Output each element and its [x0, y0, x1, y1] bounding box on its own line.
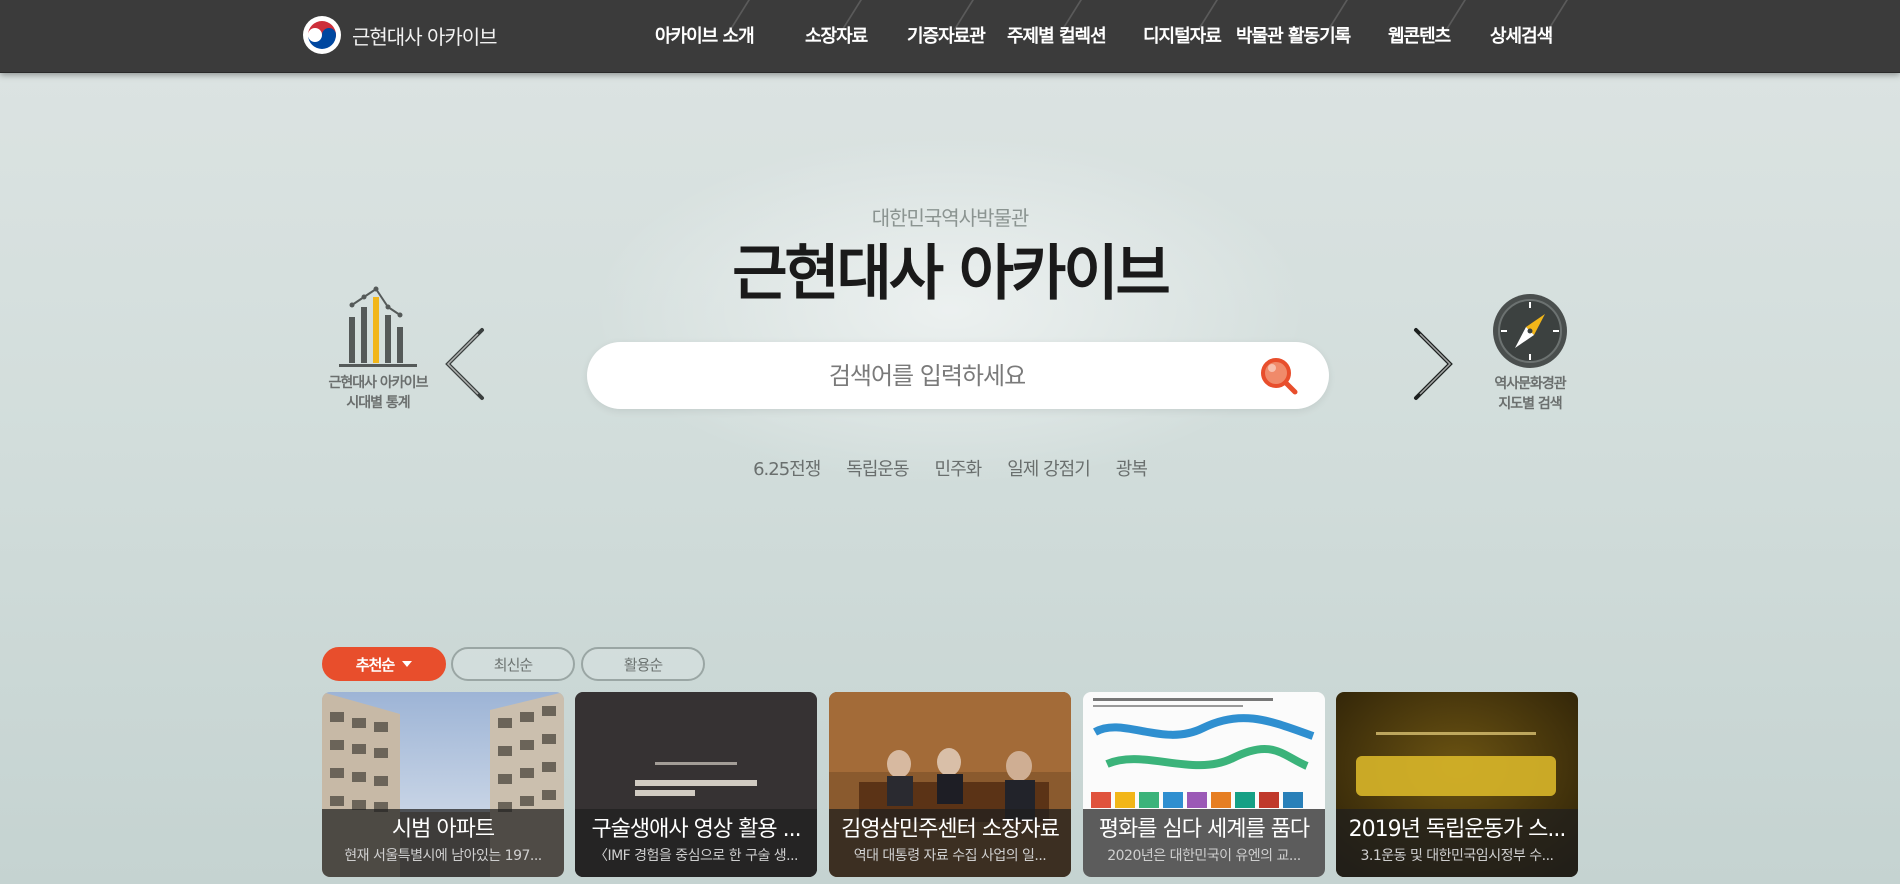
sort-label: 활용순	[623, 655, 663, 674]
nav-digital-materials[interactable]: 디지털자료	[1143, 22, 1222, 50]
side-link-label: 근현대사 아카이브	[328, 375, 429, 391]
card-title: 2019년 독립운동가 스...	[1348, 817, 1567, 842]
previous-arrow-icon[interactable]	[442, 326, 488, 402]
hero-title: 근현대사 아카이브	[0, 238, 1900, 310]
hero-background-glow	[560, 120, 1340, 500]
taegeuk-logo-icon	[303, 16, 341, 54]
nav-web-contents[interactable]: 웹콘텐츠	[1388, 22, 1451, 50]
keyword-link[interactable]: 광복	[1116, 455, 1148, 481]
keyword-link[interactable]: 일제 강점기	[1007, 455, 1091, 481]
side-link-label: 시대별 통계	[346, 395, 410, 411]
card-description: 역대 대통령 자료 수집 사업의 일...	[853, 848, 1047, 864]
logo-text: 근현대사 아카이브	[352, 24, 498, 49]
card-title: 구술생애사 영상 활용 ...	[591, 817, 801, 842]
search-icon[interactable]	[1259, 356, 1299, 396]
card-description: 현재 서울특별시에 남아있는 197...	[344, 848, 542, 864]
card-description: 3.1운동 및 대한민국임시정부 수...	[1360, 848, 1554, 864]
card-caption: 평화를 심다 세계를 품다 2020년은 대한민국이 유엔의 교...	[1083, 809, 1325, 877]
collection-card[interactable]: 구술생애사 영상 활용 ... 〈IMF 경험을 중심으로 한 구술 생...	[575, 692, 817, 877]
site-logo[interactable]: 근현대사 아카이브	[302, 14, 498, 56]
nav-holdings[interactable]: 소장자료	[805, 22, 868, 50]
card-title: 평화를 심다 세계를 품다	[1098, 817, 1310, 842]
nav-theme-collection[interactable]: 주제별 컬렉션	[1007, 22, 1107, 50]
compass-icon	[1493, 294, 1567, 368]
nav-advanced-search[interactable]: 상세검색	[1490, 22, 1553, 50]
era-statistics-link[interactable]: 근현대사 아카이브 시대별 통계	[318, 285, 438, 413]
keyword-link[interactable]: 6.25전쟁	[753, 455, 821, 481]
sort-label: 추천순	[355, 655, 395, 674]
hero-title-bold: 근현대사	[732, 239, 944, 309]
next-arrow-icon[interactable]	[1410, 326, 1456, 402]
sort-latest-button[interactable]: 최신순	[451, 647, 575, 681]
side-link-label: 지도별 검색	[1498, 396, 1562, 412]
nav-archive-intro[interactable]: 아카이브 소개	[655, 22, 755, 50]
collection-card[interactable]: 김영삼민주센터 소장자료 역대 대통령 자료 수집 사업의 일...	[829, 692, 1071, 877]
keyword-link[interactable]: 독립운동	[846, 455, 909, 481]
top-navigation-bar: 근현대사 아카이브 아카이브 소개 소장자료 기증자료관 주제별 컬렉션 디지털…	[0, 0, 1900, 73]
map-search-link[interactable]: 역사문화경관 지도별 검색	[1470, 292, 1590, 414]
card-caption: 김영삼민주센터 소장자료 역대 대통령 자료 수집 사업의 일...	[829, 809, 1071, 877]
sort-label: 최신순	[493, 655, 533, 674]
card-description: 〈IMF 경험을 중심으로 한 구술 생...	[593, 848, 799, 864]
popular-keywords: 6.25전쟁 독립운동 민주화 일제 강점기 광복	[0, 455, 1900, 481]
chevron-down-icon	[402, 661, 413, 667]
card-caption: 시범 아파트 현재 서울특별시에 남아있는 197...	[322, 809, 564, 877]
keyword-link[interactable]: 민주화	[935, 455, 983, 481]
card-description: 2020년은 대한민국이 유엔의 교...	[1107, 848, 1301, 864]
search-input[interactable]	[627, 342, 1227, 409]
collection-card[interactable]: 평화를 심다 세계를 품다 2020년은 대한민국이 유엔의 교...	[1083, 692, 1325, 877]
bar-chart-icon	[339, 286, 417, 367]
hero-title-light: 아카이브	[941, 239, 1171, 309]
side-link-label: 역사문화경관	[1494, 376, 1566, 392]
card-caption: 구술생애사 영상 활용 ... 〈IMF 경험을 중심으로 한 구술 생...	[575, 809, 817, 877]
collection-card[interactable]: 시범 아파트 현재 서울특별시에 남아있는 197...	[322, 692, 564, 877]
sort-recommended-button[interactable]: 추천순	[322, 647, 446, 681]
collection-card[interactable]: 2019년 독립운동가 스... 3.1운동 및 대한민국임시정부 수...	[1336, 692, 1578, 877]
sort-usage-button[interactable]: 활용순	[581, 647, 705, 681]
nav-donation-hall[interactable]: 기증자료관	[907, 22, 986, 50]
hero-subtitle: 대한민국역사박물관	[871, 206, 1030, 230]
card-title: 김영삼민주센터 소장자료	[841, 817, 1060, 842]
card-title: 시범 아파트	[391, 817, 495, 842]
search-box	[587, 342, 1329, 409]
nav-museum-activity[interactable]: 박물관 활동기록	[1236, 22, 1351, 50]
card-caption: 2019년 독립운동가 스... 3.1운동 및 대한민국임시정부 수...	[1336, 809, 1578, 877]
